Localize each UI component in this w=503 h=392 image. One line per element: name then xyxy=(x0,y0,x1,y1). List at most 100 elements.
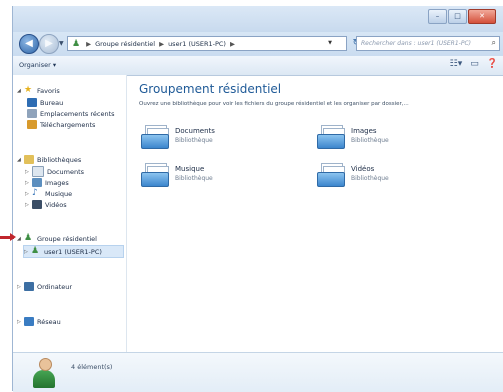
preview-pane-icon[interactable]: ▭ xyxy=(470,59,479,69)
expand-arrow-icon[interactable]: ▷ xyxy=(25,191,32,197)
window-controls: – □ ✕ xyxy=(427,9,496,24)
recent-pages-dropdown[interactable]: ▼ xyxy=(59,40,64,47)
library-music[interactable]: Musique Bibliothèque xyxy=(141,161,213,187)
breadcrumb-separator[interactable]: ▶ xyxy=(86,40,91,48)
item-count: 4 élément(s) xyxy=(71,363,113,371)
library-icon xyxy=(317,161,345,187)
nav-homegroup-label: Groupe résidentiel xyxy=(37,234,97,243)
library-type: Bibliothèque xyxy=(351,137,389,144)
expand-arrow-icon[interactable]: ◢ xyxy=(17,88,24,94)
library-name: Documents xyxy=(175,127,215,135)
videos-icon xyxy=(32,200,42,209)
nav-item-label: Images xyxy=(45,178,69,187)
nav-item-user1[interactable]: ▷ ♟ user1 (USER1-PC) xyxy=(23,245,124,258)
expand-arrow-icon[interactable]: ▷ xyxy=(17,319,24,325)
homegroup-address-icon: ♟ xyxy=(72,38,81,49)
organize-button[interactable]: Organiser ▾ xyxy=(19,61,56,69)
library-icon xyxy=(141,161,169,187)
breadcrumb-homegroup[interactable]: Groupe résidentiel xyxy=(95,40,155,48)
images-icon xyxy=(32,178,42,187)
homegroup-icon: ♟ xyxy=(24,233,33,243)
address-bar[interactable]: ♟ ▶ Groupe résidentiel ▶ user1 (USER1-PC… xyxy=(67,36,360,51)
computer-icon xyxy=(24,282,34,291)
pointer-arrow-head xyxy=(10,233,16,241)
breadcrumb-separator[interactable]: ▶ xyxy=(159,40,164,48)
page-subtitle: Ouvrez une bibliothèque pour voir les fi… xyxy=(139,101,409,107)
library-documents[interactable]: Documents Bibliothèque xyxy=(141,123,215,149)
help-icon[interactable]: ❓ xyxy=(487,59,498,69)
nav-favorites-label: Favoris xyxy=(37,86,60,95)
nav-item-documents[interactable]: ▷ Documents xyxy=(25,166,84,177)
explorer-window: – □ ✕ ◀ ▶ ▼ ♟ ▶ Groupe résidentiel ▶ use… xyxy=(12,6,503,392)
minimize-button[interactable]: – xyxy=(428,9,447,24)
nav-computer[interactable]: ▷ Ordinateur xyxy=(17,281,72,292)
expand-arrow-icon[interactable]: ▷ xyxy=(24,249,31,255)
library-type: Bibliothèque xyxy=(175,175,213,182)
back-button[interactable]: ◀ xyxy=(19,34,39,54)
star-icon: ★ xyxy=(24,85,33,95)
desktop-icon xyxy=(27,98,37,107)
expand-arrow-icon[interactable]: ▷ xyxy=(25,169,32,175)
library-videos[interactable]: Vidéos Bibliothèque xyxy=(317,161,389,187)
nav-favorites[interactable]: ◢ ★ Favoris xyxy=(17,85,60,96)
toolbar-right: ☷▾ ▭ ❓ xyxy=(450,59,498,69)
nav-item-bureau[interactable]: Bureau xyxy=(27,97,63,108)
breadcrumb-user1[interactable]: user1 (USER1-PC) xyxy=(168,40,226,48)
nav-item-label: user1 (USER1-PC) xyxy=(44,247,102,256)
maximize-button[interactable]: □ xyxy=(448,9,467,24)
nav-item-images[interactable]: ▷ Images xyxy=(25,177,69,188)
homegroup-user-icon xyxy=(33,358,55,388)
library-name: Musique xyxy=(175,165,205,173)
nav-computer-label: Ordinateur xyxy=(37,282,73,291)
expand-arrow-icon[interactable]: ◢ xyxy=(17,157,24,163)
forward-button[interactable]: ▶ xyxy=(39,34,59,54)
library-name: Vidéos xyxy=(351,165,375,173)
nav-item-label: Bureau xyxy=(40,98,64,107)
nav-item-music[interactable]: ▷ ♪ Musique xyxy=(25,188,72,199)
address-dropdown[interactable]: ▼ xyxy=(328,40,332,46)
recent-places-icon xyxy=(27,109,37,118)
address-row: ◀ ▶ ▼ ♟ ▶ Groupe résidentiel ▶ user1 (US… xyxy=(13,32,503,56)
content-pane: Groupement résidentiel Ouvrez une biblio… xyxy=(127,75,503,352)
user-icon: ♟ xyxy=(31,246,40,256)
music-icon: ♪ xyxy=(32,188,38,198)
nav-item-label: Musique xyxy=(45,189,73,198)
network-icon xyxy=(24,317,34,326)
expand-arrow-icon[interactable]: ◢ xyxy=(17,236,24,242)
nav-network-label: Réseau xyxy=(37,317,61,326)
expand-arrow-icon[interactable]: ▷ xyxy=(25,180,32,186)
page-title: Groupement résidentiel xyxy=(139,82,282,96)
nav-item-downloads[interactable]: Téléchargements xyxy=(27,119,95,130)
nav-libraries[interactable]: ◢ Bibliothèques xyxy=(17,154,81,165)
search-icon[interactable]: ⌕ xyxy=(492,38,496,48)
toolbar: Organiser ▾ ☷▾ ▭ ❓ xyxy=(13,56,503,76)
expand-arrow-icon[interactable]: ▷ xyxy=(17,284,24,290)
nav-item-label: Emplacements récents xyxy=(40,109,115,118)
nav-item-label: Téléchargements xyxy=(40,120,96,129)
nav-item-videos[interactable]: ▷ Vidéos xyxy=(25,199,67,210)
library-type: Bibliothèque xyxy=(175,137,213,144)
title-bar: – □ ✕ xyxy=(13,6,503,32)
breadcrumb-separator[interactable]: ▶ xyxy=(230,40,235,48)
navigation-pane: ◢ ★ Favoris Bureau Emplacements récents … xyxy=(13,75,127,352)
nav-network[interactable]: ▷ Réseau xyxy=(17,316,61,327)
view-options-icon[interactable]: ☷▾ xyxy=(450,59,463,69)
expand-arrow-icon[interactable]: ▷ xyxy=(25,202,32,208)
downloads-icon xyxy=(27,120,37,129)
close-button[interactable]: ✕ xyxy=(468,9,496,24)
nav-libraries-label: Bibliothèques xyxy=(37,155,82,164)
library-icon xyxy=(141,123,169,149)
library-name: Images xyxy=(351,127,377,135)
details-pane: 4 élément(s) xyxy=(13,352,503,392)
documents-icon xyxy=(32,166,44,177)
search-placeholder: Rechercher dans : user1 (USER1-PC) xyxy=(361,40,471,47)
nav-item-label: Vidéos xyxy=(45,200,67,209)
nav-item-label: Documents xyxy=(47,167,85,176)
library-icon xyxy=(317,123,345,149)
library-images[interactable]: Images Bibliothèque xyxy=(317,123,389,149)
nav-item-recent-places[interactable]: Emplacements récents xyxy=(27,108,115,119)
search-input[interactable]: Rechercher dans : user1 (USER1-PC) ⌕ xyxy=(356,36,500,51)
library-type: Bibliothèque xyxy=(351,175,389,182)
nav-homegroup[interactable]: ◢ ♟ Groupe résidentiel xyxy=(17,233,97,244)
libraries-icon xyxy=(24,155,34,164)
